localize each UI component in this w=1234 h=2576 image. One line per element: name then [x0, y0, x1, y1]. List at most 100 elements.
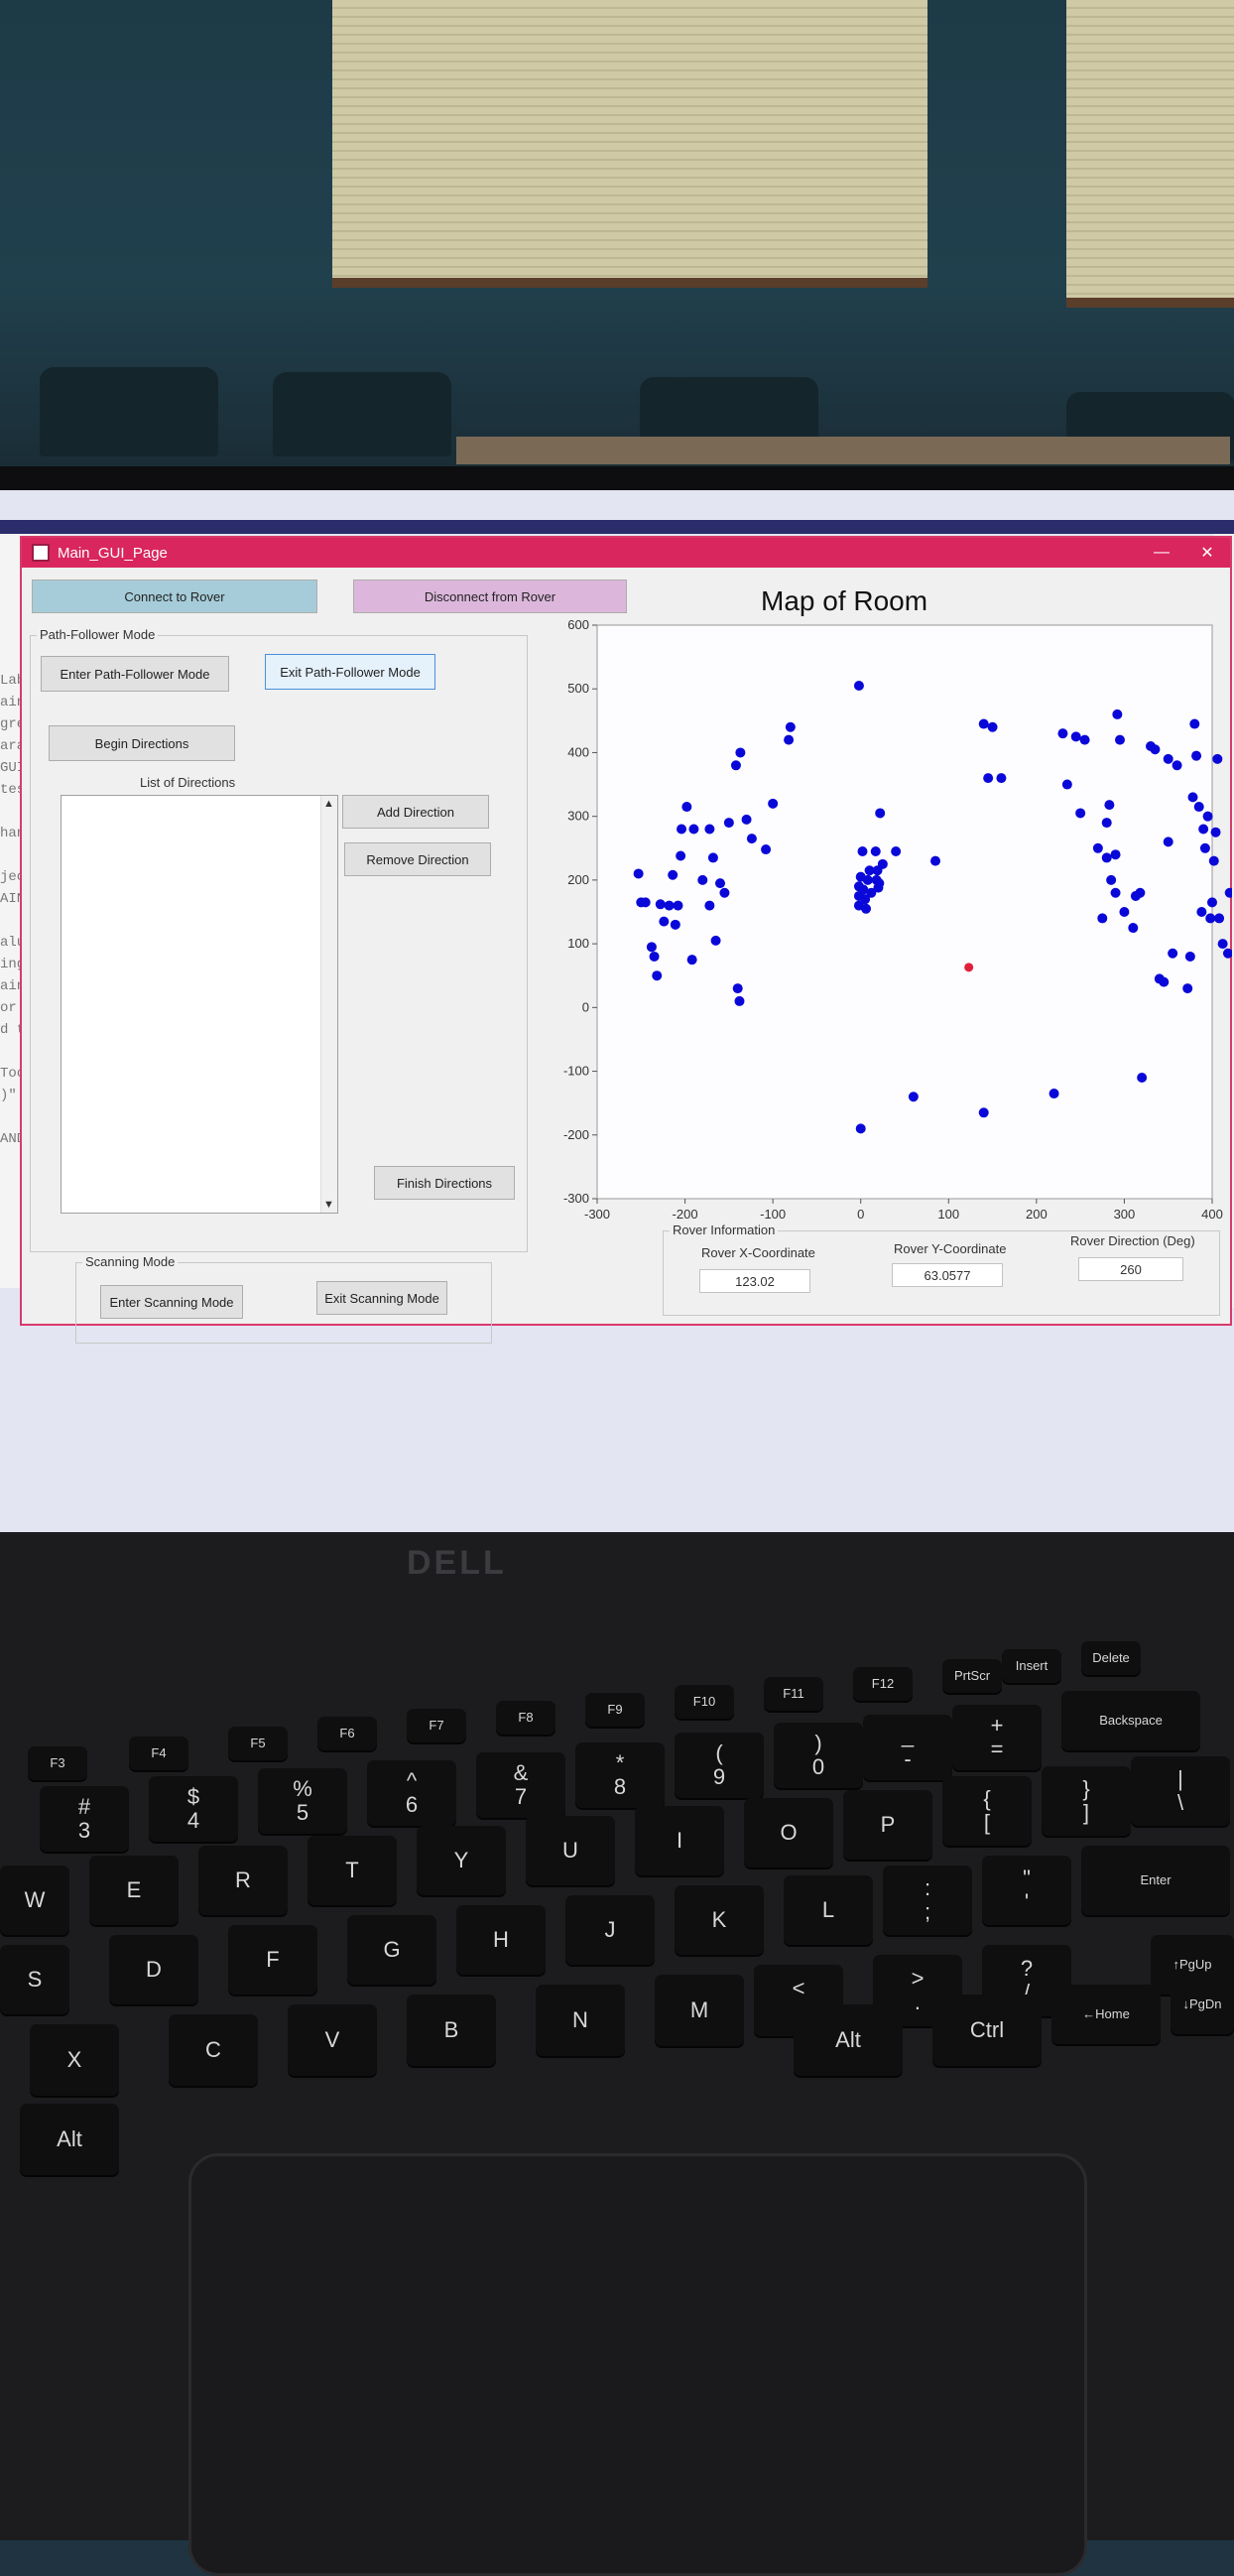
- scan-point: [668, 869, 679, 880]
- scan-point: [874, 878, 885, 889]
- scroll-down-icon[interactable]: ▼: [323, 1199, 334, 1211]
- scan-point: [633, 868, 644, 879]
- scan-point: [1212, 753, 1223, 764]
- touchpad[interactable]: [188, 2153, 1087, 2576]
- keyboard-key[interactable]: Alt: [20, 2104, 119, 2175]
- keyboard-key[interactable]: N: [536, 1985, 625, 2056]
- keyboard-key[interactable]: H: [456, 1905, 546, 1975]
- scan-point: [670, 919, 680, 930]
- keyboard-key[interactable]: $ 4: [149, 1776, 238, 1842]
- keyboard-key[interactable]: J: [565, 1895, 655, 1965]
- keyboard-key[interactable]: Ctrl: [932, 1995, 1042, 2066]
- keyboard-key[interactable]: F8: [496, 1701, 555, 1735]
- rover-x-field[interactable]: 123.02: [699, 1269, 810, 1293]
- scan-point: [784, 734, 795, 745]
- scan-point: [1191, 750, 1202, 761]
- list-of-directions-label: List of Directions: [140, 775, 236, 790]
- keyboard-key[interactable]: " ': [982, 1856, 1071, 1925]
- keyboard-key[interactable]: K: [675, 1885, 764, 1955]
- disconnect-button[interactable]: Disconnect from Rover: [353, 580, 627, 613]
- remove-direction-button[interactable]: Remove Direction: [344, 842, 491, 876]
- directions-listbox[interactable]: ▲ ▼: [61, 795, 338, 1214]
- keyboard-key[interactable]: E: [89, 1856, 179, 1925]
- keyboard-key[interactable]: ↓PgDn: [1171, 1975, 1234, 2034]
- keyboard-key[interactable]: R: [198, 1846, 288, 1915]
- keyboard-key[interactable]: F9: [585, 1693, 645, 1727]
- keyboard-key[interactable]: G: [347, 1915, 436, 1985]
- path-follower-label: Path-Follower Mode: [37, 627, 159, 642]
- window-titlebar[interactable]: Main_GUI_Page — ✕: [22, 538, 1230, 568]
- scan-point: [1135, 887, 1146, 898]
- exit-path-follower-button[interactable]: Exit Path-Follower Mode: [265, 654, 435, 690]
- keyboard-key[interactable]: F: [228, 1925, 317, 1995]
- keyboard-key[interactable]: Delete: [1081, 1641, 1141, 1675]
- keyboard-key[interactable]: Alt: [794, 2004, 903, 2076]
- keyboard-key[interactable]: : ;: [883, 1866, 972, 1935]
- keyboard-key[interactable]: C: [169, 2014, 258, 2086]
- keyboard-key[interactable]: PrtScr: [942, 1659, 1002, 1693]
- keyboard-key[interactable]: { [: [942, 1776, 1032, 1846]
- keyboard-key[interactable]: X: [30, 2024, 119, 2096]
- scan-point: [1106, 874, 1117, 885]
- keyboard-key[interactable]: + =: [952, 1705, 1042, 1770]
- keyboard-key[interactable]: W: [0, 1866, 69, 1935]
- keyboard-key[interactable]: F4: [129, 1737, 188, 1770]
- keyboard-key[interactable]: L: [784, 1875, 873, 1945]
- keyboard-key[interactable]: Backspace: [1061, 1691, 1200, 1750]
- scan-point: [681, 802, 692, 813]
- scan-point: [987, 721, 998, 732]
- keyboard-key[interactable]: } ]: [1042, 1766, 1131, 1836]
- keyboard-key[interactable]: F10: [675, 1685, 734, 1719]
- keyboard-key[interactable]: Insert: [1002, 1649, 1061, 1683]
- map-title: Map of Room: [761, 585, 928, 616]
- keyboard-key[interactable]: U: [526, 1816, 615, 1885]
- keyboard-key[interactable]: ) 0: [774, 1723, 863, 1788]
- keyboard-key[interactable]: O: [744, 1798, 833, 1868]
- minimize-button[interactable]: —: [1139, 544, 1184, 562]
- exit-scanning-button[interactable]: Exit Scanning Mode: [316, 1281, 447, 1315]
- chair: [273, 372, 451, 456]
- listbox-scrollbar[interactable]: ▲ ▼: [320, 796, 337, 1213]
- scan-point: [1217, 939, 1228, 950]
- keyboard-key[interactable]: F3: [28, 1746, 87, 1780]
- keyboard-key[interactable]: I: [635, 1806, 724, 1875]
- keyboard-key[interactable]: F12: [853, 1667, 913, 1701]
- connect-button[interactable]: Connect to Rover: [32, 580, 317, 613]
- keyboard-key[interactable]: ←Home: [1051, 1985, 1161, 2044]
- keyboard-key[interactable]: F11: [764, 1677, 823, 1711]
- keyboard-key[interactable]: P: [843, 1790, 932, 1860]
- keyboard-key[interactable]: V: [288, 2004, 377, 2076]
- rover-direction-field[interactable]: 260: [1078, 1257, 1183, 1281]
- scroll-up-icon[interactable]: ▲: [323, 798, 334, 810]
- scan-point: [1079, 734, 1090, 745]
- keyboard-key[interactable]: % 5: [258, 1768, 347, 1834]
- keyboard-key[interactable]: B: [407, 1995, 496, 2066]
- keyboard-key[interactable]: ( 9: [675, 1733, 764, 1798]
- rover-y-field[interactable]: 63.0577: [892, 1263, 1003, 1287]
- keyboard-key[interactable]: _ -: [863, 1715, 952, 1780]
- begin-directions-button[interactable]: Begin Directions: [49, 725, 235, 761]
- keyboard-key[interactable]: T: [308, 1836, 397, 1905]
- keyboard-key[interactable]: ^ 6: [367, 1760, 456, 1826]
- keyboard-key[interactable]: F7: [407, 1709, 466, 1742]
- close-button[interactable]: ✕: [1184, 543, 1230, 563]
- keyboard-key[interactable]: M: [655, 1975, 744, 2046]
- keyboard-key[interactable]: S: [0, 1945, 69, 2014]
- add-direction-button[interactable]: Add Direction: [342, 795, 489, 829]
- keyboard-key[interactable]: Enter: [1081, 1846, 1230, 1915]
- keyboard-key[interactable]: * 8: [575, 1742, 665, 1808]
- map-of-room-chart: -300 -200 -100 0 100 200 300 400 500 600 -300 -200 -…: [563, 619, 1232, 1222]
- keyboard-key[interactable]: Y: [417, 1826, 506, 1895]
- keyboard-key[interactable]: & 7: [476, 1752, 565, 1818]
- laptop-screen: Labain_GgreesararGUItes hanject,AIN_Galu…: [0, 490, 1234, 1532]
- enter-scanning-button[interactable]: Enter Scanning Mode: [100, 1285, 243, 1319]
- keyboard-key[interactable]: F6: [317, 1717, 377, 1750]
- keyboard-key[interactable]: F5: [228, 1727, 288, 1760]
- keyboard-key[interactable]: D: [109, 1935, 198, 2004]
- keyboard-key[interactable]: # 3: [40, 1786, 129, 1852]
- keyboard-key[interactable]: | \: [1131, 1756, 1230, 1826]
- finish-directions-button[interactable]: Finish Directions: [374, 1166, 515, 1200]
- scan-point: [853, 681, 864, 692]
- scan-point: [891, 845, 902, 856]
- enter-path-follower-button[interactable]: Enter Path-Follower Mode: [41, 656, 229, 692]
